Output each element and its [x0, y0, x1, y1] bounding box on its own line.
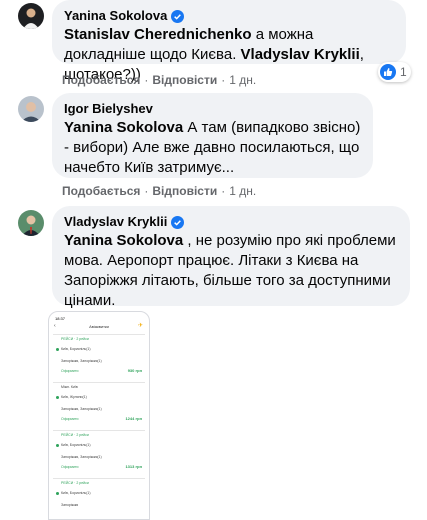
comment-bubble: Igor Bielyshev Yanina Sokolova А там (ви… — [52, 93, 373, 178]
comment-bubble: Vladyslav Kryklii Yanina Sokolova , не р… — [52, 206, 410, 309]
comment-text: Yanina Sokolova , не розумію про які про… — [64, 231, 398, 311]
comment-text: Yanina Sokolova А там (випадково звісно)… — [64, 118, 361, 178]
reaction-number: 1 — [400, 65, 407, 79]
flight-line: РЕЙСИ · 2 рейси — [61, 433, 89, 437]
author-name[interactable]: Yanina Sokolova — [64, 8, 167, 24]
comment-author: Yanina Sokolova — [64, 8, 394, 24]
like-reaction-icon — [380, 64, 396, 80]
flight-line: РЕЙСИ · 2 рейси — [61, 481, 89, 485]
separator: · — [221, 184, 226, 198]
flight-line: РЕЙСИ · 2 рейси — [61, 337, 89, 341]
like-button[interactable]: Подобається — [62, 183, 140, 199]
route-dot — [56, 396, 59, 399]
flight-price: 930 грн — [127, 368, 142, 373]
flight-line: Київ, Жуляни(1) — [61, 395, 87, 399]
comment-actions: Подобається · Відповісти · 1 дн. — [62, 183, 256, 199]
phone-status-time: 18:37 — [55, 316, 66, 321]
route-dot — [56, 492, 59, 495]
flight-card: РЕЙСИ · 2 рейси Київ, Бориспіль(1) Запор… — [53, 478, 145, 519]
flight-line: Запоріжжя, Запоріжжя(1) — [61, 407, 102, 411]
flight-tag: Оформити — [61, 465, 79, 469]
plane-icon: ✈ — [137, 323, 143, 329]
verified-badge-icon — [171, 215, 185, 229]
comment-actions: Подобається · Відповісти · 1 дн. — [62, 72, 256, 88]
flight-card: РЕЙСИ · 2 рейси Київ, Бориспіль(1) Запор… — [53, 430, 145, 474]
flight-tag: Оформити — [61, 417, 79, 421]
flight-line: Міжн. Київ — [61, 385, 78, 389]
comment-bubble: Yanina Sokolova Stanislav Cherednichenko… — [52, 0, 406, 83]
comment-timestamp[interactable]: 1 дн. — [229, 183, 256, 199]
mention-link[interactable]: Stanislav Cherednichenko — [64, 26, 252, 43]
flight-line: Київ, Бориспіль(1) — [61, 491, 91, 495]
avatar[interactable] — [18, 96, 44, 122]
separator: · — [144, 73, 149, 87]
reply-button[interactable]: Відповісти — [152, 72, 217, 88]
comment-author: Igor Bielyshev — [64, 101, 361, 117]
flight-card: Міжн. Київ Київ, Жуляни(1) Запоріжжя, За… — [53, 382, 145, 426]
flight-line: Запоріжжя, Запоріжжя(1) — [61, 359, 102, 363]
separator: · — [221, 73, 226, 87]
comment-timestamp[interactable]: 1 дн. — [229, 72, 256, 88]
avatar[interactable] — [18, 210, 44, 236]
flight-price: 1313 грн — [125, 464, 142, 469]
avatar-image — [18, 3, 44, 29]
avatar[interactable] — [18, 3, 44, 29]
mention-link[interactable]: Yanina Sokolova — [64, 119, 183, 136]
reply-button[interactable]: Відповісти — [152, 183, 217, 199]
flight-line: Запоріжжя — [61, 503, 79, 507]
reaction-count[interactable]: 1 — [378, 62, 411, 82]
like-button[interactable]: Подобається — [62, 72, 140, 88]
mention-link[interactable]: Yanina Sokolova — [64, 232, 183, 249]
flight-line: Київ, Бориспіль(1) — [61, 443, 91, 447]
attached-image[interactable]: 18:37 ‹ Авіаквитки ✈ РЕЙСИ · 2 рейси Киї… — [48, 311, 150, 520]
verified-badge-icon — [171, 9, 185, 23]
flight-line: Київ, Бориспіль(1) — [61, 347, 91, 351]
app-title: Авіаквитки — [89, 324, 109, 329]
flight-card: РЕЙСИ · 2 рейси Київ, Бориспіль(1) Запор… — [53, 334, 145, 378]
avatar-image — [18, 96, 44, 122]
route-dot — [56, 348, 59, 351]
flight-price: 1244 грн — [125, 416, 142, 421]
author-name[interactable]: Vladyslav Kryklii — [64, 214, 167, 230]
route-dot — [56, 444, 59, 447]
flight-tag: Оформити — [61, 369, 79, 373]
flight-line: Запоріжжя, Запоріжжя(1) — [61, 455, 102, 459]
mention-link[interactable]: Vladyslav Kryklii — [241, 46, 360, 63]
comment-author: Vladyslav Kryklii — [64, 214, 398, 230]
author-name[interactable]: Igor Bielyshev — [64, 101, 153, 117]
avatar-image — [18, 210, 44, 236]
separator: · — [144, 184, 149, 198]
